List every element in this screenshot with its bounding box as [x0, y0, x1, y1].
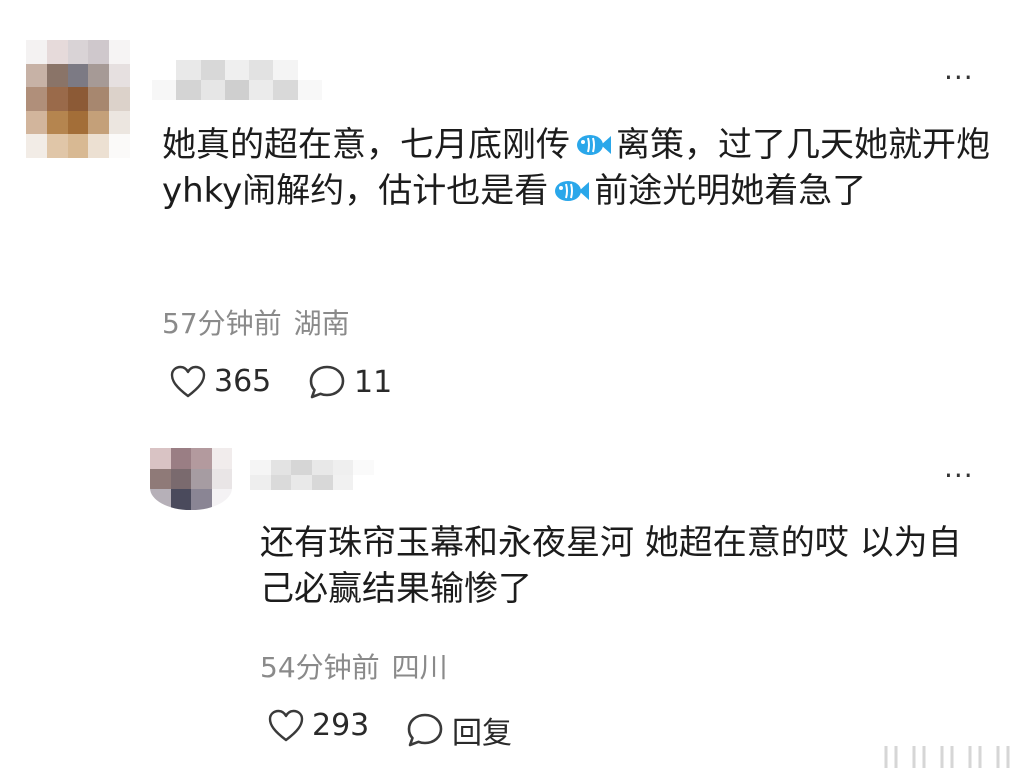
mosaic-cell: [88, 87, 110, 111]
mosaic-cell: [353, 460, 374, 475]
comment-text: 她真的超在意，七月底刚传 离策，过了几天她就开炮yhky闹解约，估计也是看 前途光明…: [162, 122, 992, 214]
mosaic-cell: [67, 63, 89, 88]
mosaic-cell: [67, 110, 89, 135]
comment-bubble-icon: [309, 365, 345, 399]
reply-meta: 54分钟前 四川: [260, 646, 448, 686]
mosaic-cell: [46, 40, 68, 64]
heart-icon: [268, 709, 304, 741]
mosaic-cell: [109, 40, 130, 64]
mosaic-cell: [273, 60, 298, 80]
fish-emoji-icon: [555, 181, 590, 201]
timestamp: 57分钟前: [162, 307, 282, 340]
reply-count: 11: [354, 364, 393, 400]
mosaic-cell: [211, 489, 232, 510]
mosaic-cell: [249, 80, 274, 100]
mosaic-cell: [249, 60, 274, 80]
mosaic-cell: [311, 475, 333, 490]
mosaic-cell: [250, 475, 271, 490]
reply-username[interactable]: [250, 460, 374, 490]
mosaic-cell: [26, 134, 47, 158]
more-options-icon[interactable]: ···: [944, 64, 974, 92]
reply-label: 回复: [452, 716, 512, 751]
mosaic-cell: [150, 468, 171, 490]
comment-meta: 57分钟前 湖南: [162, 302, 350, 342]
reply-more-options-icon[interactable]: ···: [944, 462, 974, 490]
mosaic-cell: [353, 475, 374, 490]
mosaic-cell: [176, 80, 201, 100]
mosaic-cell: [26, 63, 47, 88]
avatar[interactable]: [26, 40, 130, 158]
mosaic-cell: [46, 110, 68, 135]
reply-timestamp: 54分钟前: [260, 651, 380, 684]
mosaic-cell: [26, 87, 47, 111]
mosaic-cell: [88, 63, 110, 88]
mosaic-cell: [26, 40, 47, 64]
reply-avatar[interactable]: [150, 448, 232, 510]
reply-like-count: 293: [312, 708, 370, 743]
mosaic-cell: [46, 63, 68, 88]
mosaic-cell: [297, 60, 322, 80]
like-button[interactable]: 365: [170, 364, 271, 399]
mosaic-cell: [224, 60, 250, 80]
mosaic-cell: [88, 134, 110, 158]
mosaic-cell: [270, 460, 292, 475]
reply-text: 还有珠帘玉幕和永夜星河 她超在意的哎 以为自己必赢结果输惨了: [260, 523, 962, 609]
mosaic-cell: [311, 460, 333, 475]
mosaic-cell: [109, 87, 130, 111]
mosaic-cell: [270, 475, 292, 490]
mosaic-cell: [211, 448, 232, 469]
mosaic-cell: [67, 40, 89, 64]
reply-count-button[interactable]: 11: [308, 364, 392, 400]
mosaic-cell: [191, 468, 212, 490]
mosaic-cell: [211, 468, 232, 490]
mosaic-cell: [152, 80, 177, 100]
mosaic-cell: [109, 110, 130, 135]
mosaic-cell: [150, 448, 171, 469]
mosaic-cell: [291, 460, 312, 475]
heart-icon: [170, 365, 206, 397]
mosaic-cell: [176, 60, 201, 80]
mosaic-cell: [67, 134, 89, 158]
mosaic-cell: [170, 468, 191, 490]
comment-text-part: 她真的超在意，七月底刚传: [162, 125, 570, 165]
mosaic-cell: [297, 80, 322, 100]
mosaic-cell: [88, 40, 110, 64]
mosaic-cell: [26, 110, 47, 135]
mosaic-cell: [46, 87, 68, 111]
reply-button[interactable]: 回复: [406, 708, 512, 752]
mosaic-cell: [67, 87, 89, 111]
mosaic-cell: [191, 489, 212, 510]
mosaic-cell: [46, 134, 68, 158]
comment-bubble-icon: [407, 713, 443, 747]
mosaic-cell: [200, 80, 225, 100]
mosaic-cell: [332, 475, 354, 490]
mosaic-cell: [200, 60, 225, 80]
reply-location: 四川: [391, 651, 448, 684]
reply-like-button[interactable]: 293: [268, 708, 369, 743]
mosaic-cell: [150, 489, 171, 510]
mosaic-cell: [224, 80, 250, 100]
mosaic-cell: [109, 134, 130, 158]
fish-emoji-icon: [577, 135, 611, 155]
mosaic-cell: [88, 110, 110, 135]
mosaic-cell: [170, 489, 191, 510]
mosaic-cell: [170, 448, 191, 469]
comment-text-part: 前途光明她着急了: [594, 171, 867, 211]
mosaic-cell: [332, 460, 354, 475]
mosaic-cell: [291, 475, 312, 490]
mosaic-cell: [250, 460, 271, 475]
mosaic-cell: [109, 63, 130, 88]
mosaic-cell: [273, 80, 298, 100]
mosaic-cell: [152, 60, 177, 80]
location: 湖南: [293, 307, 350, 340]
mosaic-cell: [191, 448, 212, 469]
watermark: [884, 746, 1010, 768]
like-count: 365: [214, 364, 272, 399]
username[interactable]: [152, 60, 322, 100]
